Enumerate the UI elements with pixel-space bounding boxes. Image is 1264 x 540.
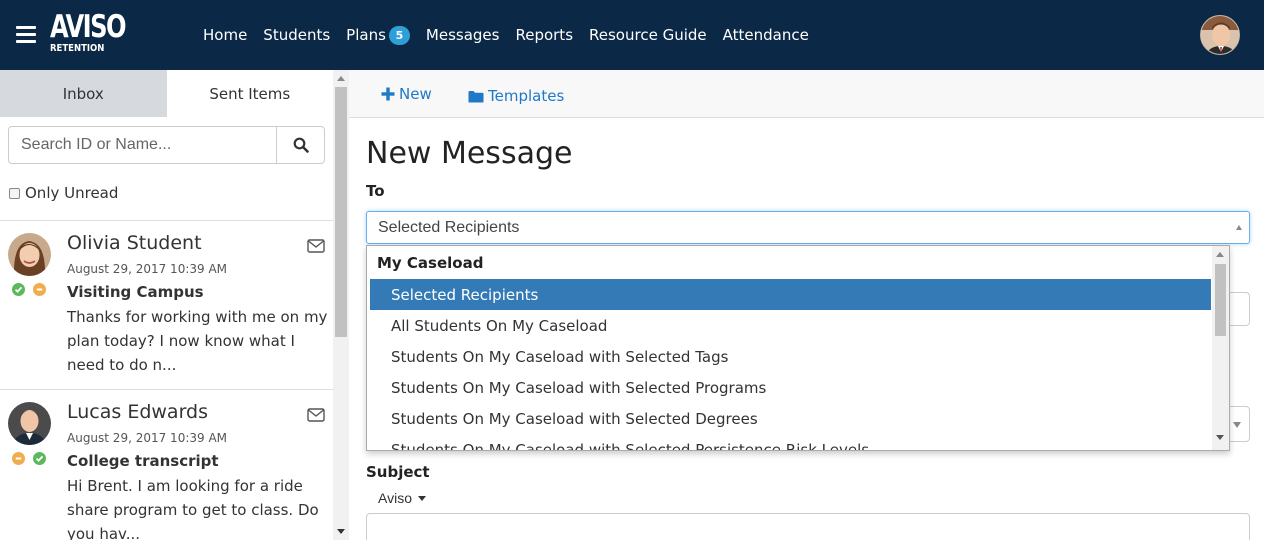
templates-label: Templates [488, 87, 565, 105]
user-avatar-image [1201, 16, 1239, 54]
new-label: New [399, 85, 432, 103]
nav-messages[interactable]: Messages [426, 26, 500, 44]
only-unread-checkbox[interactable] [9, 187, 20, 199]
caret-down-icon [417, 495, 426, 501]
nav-resource-guide[interactable]: Resource Guide [589, 26, 707, 44]
dropdown-option[interactable]: Students On My Caseload with Selected Ta… [370, 341, 1211, 372]
to-label: To [366, 182, 385, 200]
from-dropdown[interactable]: Aviso [378, 490, 426, 506]
nav-attendance[interactable]: Attendance [723, 26, 809, 44]
envelope-icon[interactable] [307, 407, 325, 422]
only-unread-toggle[interactable]: Only Unread [9, 184, 118, 202]
message-preview: Thanks for working with me on my plan to… [67, 308, 328, 374]
scroll-up-icon[interactable] [1216, 252, 1224, 257]
status-warning-icon [12, 452, 25, 465]
status-ok-icon [12, 283, 25, 296]
dropdown-option[interactable]: Students On My Caseload with Selected Pe… [370, 434, 1211, 451]
dropdown-option[interactable]: Students On My Caseload with Selected De… [370, 403, 1211, 434]
status-warning-icon [33, 283, 46, 296]
menu-icon[interactable] [16, 26, 36, 43]
scroll-down-icon[interactable] [1216, 435, 1224, 440]
message-item[interactable]: Lucas Edwards August 29, 2017 10:39 AM C… [0, 390, 333, 540]
recipients-dropdown: My Caseload Selected Recipients All Stud… [366, 245, 1230, 451]
dropdown-scrollbar[interactable] [1212, 246, 1229, 450]
top-navbar: AVISO RETENTION Home Students Plans 5 Me… [0, 0, 1264, 70]
search-box [8, 126, 325, 164]
new-message-button[interactable]: New [381, 70, 432, 118]
page-title: New Message [366, 136, 573, 171]
student-photo [8, 402, 51, 445]
message-item[interactable]: Olivia Student August 29, 2017 10:39 AM … [0, 221, 333, 389]
nav-reports[interactable]: Reports [515, 26, 573, 44]
scrollbar-thumb[interactable] [1215, 264, 1226, 336]
sender-name: Olivia Student [67, 232, 202, 254]
scroll-down-icon[interactable] [337, 529, 345, 534]
search-input[interactable] [9, 127, 276, 163]
message-date: August 29, 2017 10:39 AM [67, 431, 228, 445]
student-avatar [8, 402, 51, 445]
nav-home[interactable]: Home [203, 26, 247, 44]
envelope-icon[interactable] [307, 238, 325, 253]
plans-count-badge: 5 [388, 25, 410, 45]
mailbox-tabs: Inbox Sent Items [0, 70, 333, 117]
message-list-panel: Inbox Sent Items Only Unread [0, 70, 333, 540]
dropdown-option[interactable]: All Students On My Caseload [370, 310, 1211, 341]
message-list-scrollbar[interactable] [333, 70, 349, 540]
aviso-logo[interactable]: AVISO RETENTION [50, 12, 146, 55]
dropdown-option[interactable]: Students On My Caseload with Selected Pr… [370, 372, 1211, 403]
tab-inbox[interactable]: Inbox [0, 70, 167, 117]
caret-up-icon [1236, 225, 1242, 230]
nav-links: Home Students Plans 5 Messages Reports R… [203, 0, 825, 70]
only-unread-label: Only Unread [25, 184, 119, 202]
message-subject: Visiting Campus [67, 283, 204, 301]
nav-students[interactable]: Students [263, 26, 330, 44]
student-avatar [8, 233, 51, 276]
scrollbar-thumb[interactable] [335, 87, 347, 337]
compose-toolbar: New Templates [349, 70, 1264, 118]
nav-plans[interactable]: Plans 5 [346, 25, 410, 45]
message-date: August 29, 2017 10:39 AM [67, 262, 228, 276]
scroll-up-icon[interactable] [337, 76, 345, 81]
from-dropdown-value: Aviso [378, 490, 412, 506]
caret-down-icon [1233, 422, 1241, 428]
search-icon [293, 137, 309, 153]
message-subject: College transcript [67, 452, 219, 470]
folder-icon [468, 90, 484, 102]
plus-icon [381, 87, 395, 101]
dropdown-group-label: My Caseload [377, 254, 484, 272]
recipients-select-value: Selected Recipients [378, 218, 520, 236]
message-preview: Hi Brent. I am looking for a ride share … [67, 477, 319, 540]
status-ok-icon [33, 452, 46, 465]
nav-plans-label: Plans [346, 26, 386, 44]
recipients-select[interactable]: Selected Recipients [366, 211, 1250, 244]
subject-input[interactable] [366, 513, 1250, 540]
user-avatar[interactable] [1200, 15, 1240, 55]
search-button[interactable] [276, 127, 324, 163]
tab-sent-items[interactable]: Sent Items [166, 70, 333, 117]
templates-button[interactable]: Templates [468, 72, 564, 120]
subject-label: Subject [366, 463, 430, 481]
sender-name: Lucas Edwards [67, 401, 209, 423]
student-photo [8, 233, 51, 276]
dropdown-option[interactable]: Selected Recipients [370, 279, 1211, 310]
